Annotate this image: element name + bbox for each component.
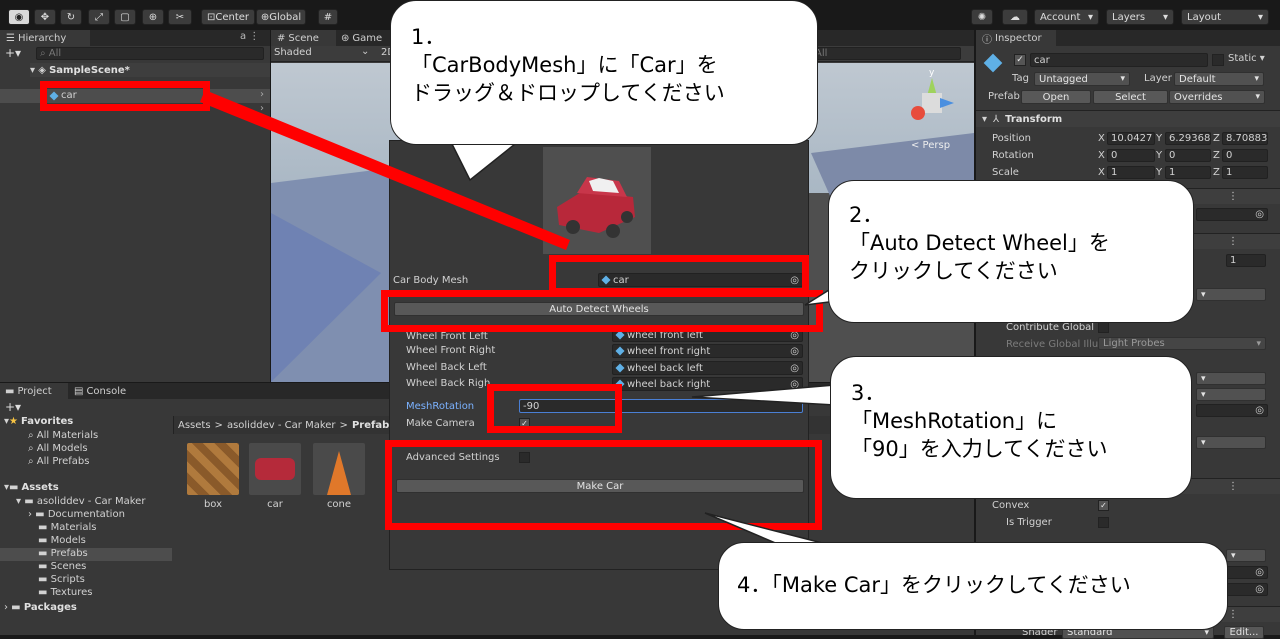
callout3-tail <box>691 384 836 406</box>
callout-step4: 4．「Make Car」をクリックしてください <box>718 542 1228 630</box>
callout4-tail <box>704 512 831 546</box>
callout-text: 「CarBodyMesh」に「Car」を <box>411 53 718 77</box>
callout-text: 「Auto Detect Wheel」を <box>849 231 1110 255</box>
callout-step3: 3． 「MeshRotation」に 「90」を入力してください <box>830 356 1192 499</box>
callout-text: ドラッグ＆ドロップしてください <box>411 81 725 105</box>
callout-text: 1． <box>411 25 446 49</box>
callout-text: 「90」を入力してください <box>851 437 1108 461</box>
callout-text: クリックしてください <box>849 259 1058 283</box>
callout-text: 4．「Make Car」をクリックしてください <box>737 573 1131 597</box>
callout-step2: 2． 「Auto Detect Wheel」を クリックしてください <box>828 180 1194 323</box>
callout1-tail <box>448 139 523 182</box>
callout-text: 「MeshRotation」に <box>851 409 1058 433</box>
callout-text: 3． <box>851 381 886 405</box>
callout-text: 2． <box>849 203 884 227</box>
callout-step1: 1． 「CarBodyMesh」に「Car」を ドラッグ＆ドロップしてください <box>390 0 818 145</box>
